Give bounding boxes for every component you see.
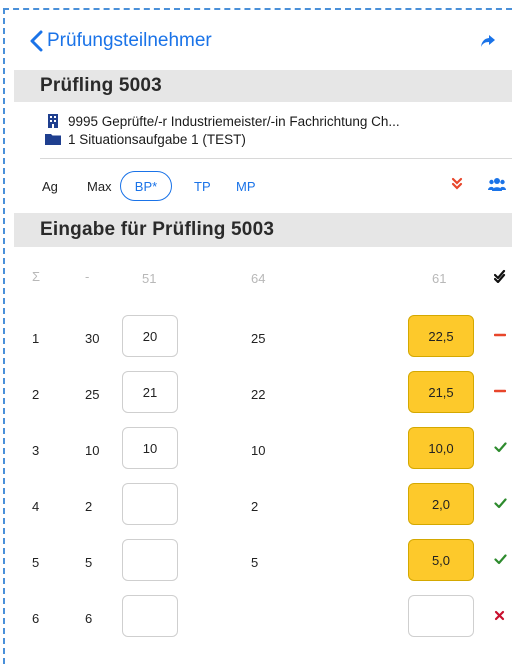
result-input[interactable]: 5,0: [408, 539, 474, 581]
bp-value: 20: [142, 328, 158, 344]
table-row: 2 25 21 22 21,5: [14, 365, 512, 421]
input-section-header: Eingabe für Prüfling 5003: [14, 213, 512, 247]
result-input[interactable]: [408, 595, 474, 637]
row-index: 6: [32, 611, 40, 626]
row-index: 1: [32, 331, 40, 346]
row-index: 4: [32, 499, 40, 514]
sum-symbol: Σ: [32, 269, 41, 284]
score-table: Σ - 51 64 61 1 30 20 25 22,5 2 25 21 22 …: [14, 247, 512, 645]
tab-bp[interactable]: BP*: [120, 171, 172, 201]
sum-result: 61: [432, 271, 447, 286]
selection-outline-left: [3, 8, 5, 664]
column-toolbar: Ag Max BP* TP MP: [14, 159, 512, 213]
back-button[interactable]: Prüfungsteilnehmer: [30, 30, 212, 52]
back-button-label: Prüfungsteilnehmer: [47, 30, 212, 51]
cross-icon: [494, 609, 505, 624]
result-value: 5,0: [431, 552, 451, 568]
table-row: 3 10 10 10 10,0: [14, 421, 512, 477]
selection-outline-top: [3, 8, 512, 10]
table-row: 6 6: [14, 589, 512, 645]
row-index: 5: [32, 555, 40, 570]
minus-icon: [493, 385, 507, 400]
qualification-line: 9995 Geprüfte/-r Industriemeister/-in Fa…: [44, 112, 512, 130]
table-row: 1 30 20 25 22,5: [14, 309, 512, 365]
tab-bp-label: BP*: [134, 178, 158, 194]
row-tp: 5: [251, 555, 259, 570]
check-icon: [494, 441, 507, 456]
bp-input[interactable]: 10: [122, 427, 178, 469]
column-ag-label: Ag: [42, 179, 58, 194]
sum-tp: 64: [251, 271, 266, 286]
result-input[interactable]: 2,0: [408, 483, 474, 525]
row-tp: 22: [251, 387, 266, 402]
input-section-title: Eingabe für Prüfling 5003: [40, 219, 275, 240]
app-window: Prüfungsteilnehmer Prüfling 5003 9995 Ge…: [14, 12, 512, 664]
chevron-left-icon: [30, 30, 43, 52]
result-value: 22,5: [428, 328, 454, 344]
nav-bar: Prüfungsteilnehmer: [14, 12, 512, 70]
share-arrow-icon: [481, 35, 495, 47]
double-check-icon: [493, 269, 508, 286]
bp-input[interactable]: [122, 539, 178, 581]
check-icon: [494, 553, 507, 568]
result-input[interactable]: 10,0: [408, 427, 474, 469]
row-index: 3: [32, 443, 40, 458]
building-icon: [44, 114, 62, 128]
tab-tp[interactable]: TP: [194, 179, 211, 194]
qualification-text: 9995 Geprüfte/-r Industriemeister/-in Fa…: [68, 113, 400, 129]
folder-icon: [44, 133, 62, 145]
row-max: 2: [85, 499, 93, 514]
column-max-label: Max: [87, 179, 112, 194]
result-value: 2,0: [431, 496, 451, 512]
task-line: 1 Situationsaufgabe 1 (TEST): [44, 130, 512, 148]
check-icon: [494, 497, 507, 512]
candidate-info: 9995 Geprüfte/-r Industriemeister/-in Fa…: [14, 102, 512, 154]
row-tp: 25: [251, 331, 266, 346]
table-row: 5 5 5 5,0: [14, 533, 512, 589]
result-value: 10,0: [428, 440, 454, 456]
task-text: 1 Situationsaufgabe 1 (TEST): [68, 131, 246, 147]
row-max: 30: [85, 331, 100, 346]
bp-input[interactable]: 21: [122, 371, 178, 413]
row-tp: 2: [251, 499, 259, 514]
minus-icon: [493, 329, 507, 344]
users-group-icon[interactable]: [488, 177, 506, 194]
candidate-title: Prüfling 5003: [40, 75, 162, 96]
collapse-chevrons-icon[interactable]: [451, 177, 463, 194]
result-input[interactable]: 22,5: [408, 315, 474, 357]
bp-input[interactable]: [122, 595, 178, 637]
bp-input[interactable]: [122, 483, 178, 525]
bp-value: 10: [142, 440, 158, 456]
sum-row: Σ - 51 64 61: [14, 247, 512, 309]
row-tp: 10: [251, 443, 266, 458]
sum-bp: 51: [142, 271, 157, 286]
result-input[interactable]: 21,5: [408, 371, 474, 413]
share-button[interactable]: [480, 34, 496, 53]
result-value: 21,5: [428, 384, 454, 400]
row-max: 5: [85, 555, 93, 570]
table-row: 4 2 2 2,0: [14, 477, 512, 533]
row-max: 6: [85, 611, 93, 626]
candidate-header: Prüfling 5003: [14, 70, 512, 102]
row-index: 2: [32, 387, 40, 402]
sum-max: -: [85, 269, 90, 284]
tab-mp[interactable]: MP: [236, 179, 256, 194]
row-max: 10: [85, 443, 100, 458]
bp-value: 21: [142, 384, 158, 400]
bp-input[interactable]: 20: [122, 315, 178, 357]
row-max: 25: [85, 387, 100, 402]
